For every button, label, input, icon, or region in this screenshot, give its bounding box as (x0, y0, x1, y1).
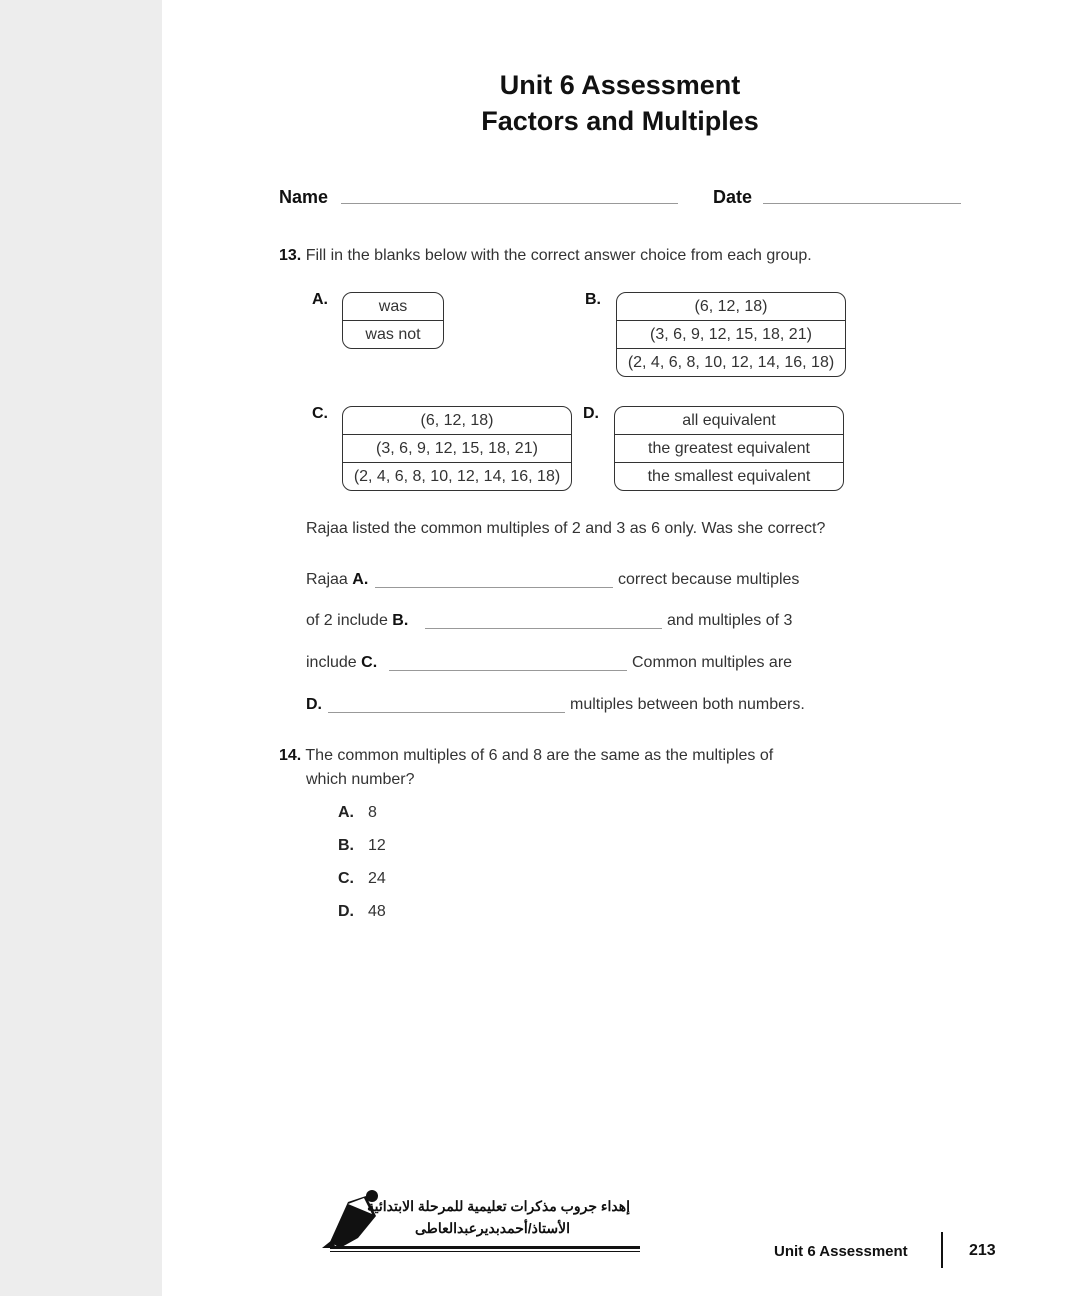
choice-value: 12 (368, 837, 386, 854)
footer-rule-thin (330, 1251, 640, 1252)
sentence-line-2-post: and multiples of 3 (667, 612, 793, 629)
choice-value: 8 (368, 804, 377, 821)
group-c-options: (6, 12, 18) (3, 6, 9, 12, 15, 18, 21) (2… (342, 406, 572, 491)
page-title: Unit 6 Assessment (499, 70, 741, 100)
q13-text: Fill in the blanks below with the correc… (305, 247, 812, 264)
group-d-option[interactable]: all equivalent (615, 407, 843, 434)
choice-letter: B. (338, 837, 354, 854)
blank-label-d: D. (306, 696, 322, 713)
choice-letter: D. (338, 903, 354, 920)
q13-number: 13. (279, 247, 302, 264)
blank-label-b: B. (392, 612, 409, 629)
footer-divider (941, 1232, 943, 1268)
group-b-option[interactable]: (3, 6, 9, 12, 15, 18, 21) (617, 320, 845, 348)
blank-d[interactable] (328, 712, 565, 713)
name-label: Name (279, 187, 329, 207)
choice-value: 24 (368, 870, 386, 887)
q14-choice-b[interactable]: B. 12 (338, 837, 386, 855)
sentence-text: include (306, 654, 357, 671)
sentence-line-3-post: Common multiples are (632, 654, 793, 671)
group-d-label: D. (583, 405, 599, 422)
footer-rule (330, 1246, 640, 1249)
arabic-line-1: إهداء جروب مذكرات تعليمية للمرحلة الابتد… (367, 1198, 630, 1214)
sentence-line-1-post: correct because multiples (618, 571, 800, 588)
q14-number: 14. (279, 747, 302, 764)
group-a-options: was was not (342, 292, 444, 349)
q14-text-line2: which number? (306, 771, 415, 788)
blank-label-c: C. (361, 654, 378, 671)
group-d-option[interactable]: the greatest equivalent (615, 434, 843, 462)
choice-letter: A. (338, 804, 354, 821)
sentence-text: Rajaa (306, 571, 348, 588)
rajaa-question: Rajaa listed the common multiples of 2 a… (306, 520, 826, 537)
group-b-option[interactable]: (6, 12, 18) (617, 293, 845, 320)
blank-a[interactable] (375, 587, 613, 588)
pen-logo-icon (322, 1190, 378, 1248)
q14-choice-a[interactable]: A. 8 (338, 804, 377, 822)
blank-b[interactable] (425, 628, 662, 629)
choice-letter: C. (338, 870, 354, 887)
group-c-option[interactable]: (2, 4, 6, 8, 10, 12, 14, 16, 18) (343, 462, 571, 490)
group-b-label: B. (585, 291, 601, 308)
name-field[interactable] (341, 203, 678, 204)
q14-choice-d[interactable]: D. 48 (338, 903, 386, 921)
arabic-line-2: الأستاذ/أحمدبديرعبدالعاطى (415, 1220, 570, 1236)
footer-section: Unit 6 Assessment (774, 1243, 908, 1260)
q13-prompt: 13. Fill in the blanks below with the co… (279, 247, 812, 265)
blank-label-a: A. (352, 571, 369, 588)
sentence-text: of 2 include (306, 612, 388, 629)
page-number: 213 (969, 1242, 996, 1259)
date-label: Date (713, 187, 753, 207)
group-c-option[interactable]: (6, 12, 18) (343, 407, 571, 434)
group-d-options: all equivalent the greatest equivalent t… (614, 406, 844, 491)
q14-choice-c[interactable]: C. 24 (338, 870, 386, 888)
choice-value: 48 (368, 903, 386, 920)
group-c-label: C. (312, 405, 328, 422)
q14-text: The common multiples of 6 and 8 are the … (305, 747, 774, 764)
q14-prompt: 14. The common multiples of 6 and 8 are … (279, 747, 773, 765)
sentence-line-3-pre: include C. (306, 654, 377, 672)
group-a-option[interactable]: was (343, 293, 443, 320)
group-a-label: A. (312, 291, 328, 308)
group-a-option[interactable]: was not (343, 320, 443, 348)
group-b-options: (6, 12, 18) (3, 6, 9, 12, 15, 18, 21) (2… (616, 292, 846, 377)
group-c-option[interactable]: (3, 6, 9, 12, 15, 18, 21) (343, 434, 571, 462)
date-field[interactable] (763, 203, 961, 204)
group-b-option[interactable]: (2, 4, 6, 8, 10, 12, 14, 16, 18) (617, 348, 845, 376)
page-subtitle: Factors and Multiples (481, 106, 759, 136)
group-d-option[interactable]: the smallest equivalent (615, 462, 843, 490)
blank-c[interactable] (389, 670, 627, 671)
sentence-line-1-pre: Rajaa A. (306, 571, 368, 589)
left-gutter (0, 0, 162, 1296)
sentence-line-2-pre: of 2 include B. (306, 612, 408, 630)
sentence-line-4-post: multiples between both numbers. (570, 696, 805, 713)
